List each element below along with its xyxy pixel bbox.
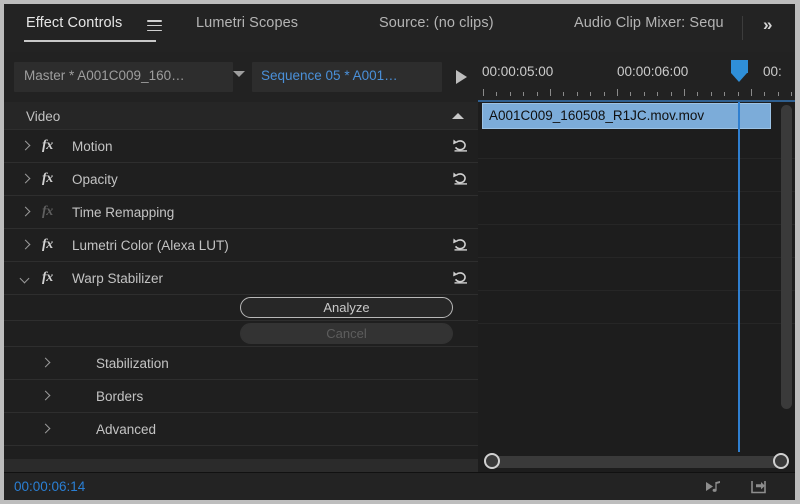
export-frame-icon[interactable] [749,479,769,495]
tab-source[interactable]: Source: (no clips) [379,15,494,31]
subsection-row-advanced[interactable]: Advanced [4,413,478,446]
fx-icon: fx [42,237,53,252]
master-clip-label: Master * A001C009_160… [24,68,185,83]
effect-list: Video fx Motion fx Opacity fx Time Remap… [4,102,478,459]
cancel-row: Cancel [4,321,478,347]
tab-audio-clip-mixer[interactable]: Audio Clip Mixer: Sequ [574,15,724,31]
cancel-button[interactable]: Cancel [240,323,453,344]
group-header-label: Video [26,109,61,124]
reset-icon[interactable] [452,237,470,253]
horizontal-scrollbar-thumb[interactable] [486,456,786,468]
fx-icon: fx [42,138,53,153]
active-tab-underline [24,40,156,42]
fx-icon: fx [42,270,53,285]
reset-icon[interactable] [452,171,470,187]
subsection-row-stabilization[interactable]: Stabilization [4,347,478,380]
current-timecode[interactable]: 00:00:06:14 [14,479,85,494]
triangle-up-icon[interactable] [452,113,464,119]
playhead-handle[interactable] [731,60,748,82]
sequence-clip-tab[interactable]: Sequence 05 * A001… [252,62,442,92]
status-bar: 00:00:06:14 [4,472,795,500]
window-frame-bottom [0,500,800,504]
track-gridline [478,191,795,192]
sequence-clip-label: Sequence 05 * A001… [261,68,398,83]
fx-icon: fx [42,171,53,186]
chevron-right-icon[interactable] [20,207,32,219]
track-gridline [478,290,795,291]
chevron-right-icon[interactable] [20,174,32,186]
subsection-row-borders[interactable]: Borders [4,380,478,413]
play-audio-icon[interactable] [704,479,724,495]
horizontal-scrollbar[interactable] [478,452,795,472]
track-gridline [478,323,795,324]
subsection-label: Advanced [96,422,157,437]
master-clip-dropdown[interactable]: Master * A001C009_160… [14,62,233,92]
analyze-row: Analyze [4,295,478,321]
effect-controls-panel: Effect Controls Lumetri Scopes Source: (… [0,0,800,504]
timeline-track-area[interactable]: A001C009_160508_R1JC.mov.mov [478,102,795,459]
ruler-tick-label: 00:00:06:00 [617,64,689,79]
play-triangle-icon[interactable] [456,70,467,84]
reset-icon[interactable] [452,270,470,286]
chevron-right-icon[interactable] [40,391,52,403]
tab-effect-controls[interactable]: Effect Controls [26,15,122,31]
playhead-line [738,102,740,459]
chevron-right-icon[interactable] [40,424,52,436]
group-header-video[interactable]: Video [4,102,478,130]
fx-icon: fx [42,204,53,219]
effect-name-label: Time Remapping [72,205,175,220]
ruler-tick-label: 00: [763,64,782,79]
effect-row-motion[interactable]: fx Motion [4,130,478,163]
timeline-clip-label: A001C009_160508_R1JC.mov.mov [489,108,705,123]
effect-row-lumetri-color[interactable]: fx Lumetri Color (Alexa LUT) [4,229,478,262]
effect-row-warp-stabilizer[interactable]: fx Warp Stabilizer [4,262,478,295]
effect-row-time-remapping[interactable]: fx Time Remapping [4,196,478,229]
scroll-handle-right[interactable] [773,453,789,469]
effect-name-label: Warp Stabilizer [72,271,164,286]
ruler-tick-label: 00:00:05:00 [482,64,554,79]
track-gridline [478,257,795,258]
track-gridline [478,158,795,159]
chevron-right-icon[interactable] [20,141,32,153]
time-ruler[interactable]: 00:00:05:00 00:00:06:00 00: [478,52,795,102]
timeline-clip-bar[interactable]: A001C009_160508_R1JC.mov.mov [482,103,771,129]
chevron-down-icon[interactable] [20,273,32,285]
window-frame-right [795,0,800,504]
effect-name-label: Lumetri Color (Alexa LUT) [72,238,229,253]
tab-overflow-icon[interactable]: » [763,15,773,35]
vertical-scrollbar-thumb[interactable] [781,105,792,409]
effect-name-label: Motion [72,139,113,154]
effect-name-label: Opacity [72,172,118,187]
track-gridline [478,224,795,225]
chevron-right-icon[interactable] [20,240,32,252]
ruler-ticks [478,89,795,96]
effect-row-opacity[interactable]: fx Opacity [4,163,478,196]
hamburger-menu-icon[interactable] [147,20,162,32]
subsection-label: Stabilization [96,356,169,371]
tab-bar-divider [742,16,743,40]
reset-icon[interactable] [452,138,470,154]
subsection-label: Borders [96,389,144,404]
scroll-handle-left[interactable] [484,453,500,469]
chevron-down-icon[interactable] [233,71,245,77]
panel-tab-bar: Effect Controls Lumetri Scopes Source: (… [4,4,795,52]
tab-lumetri-scopes[interactable]: Lumetri Scopes [196,15,298,31]
chevron-right-icon[interactable] [40,358,52,370]
analyze-button[interactable]: Analyze [240,297,453,318]
